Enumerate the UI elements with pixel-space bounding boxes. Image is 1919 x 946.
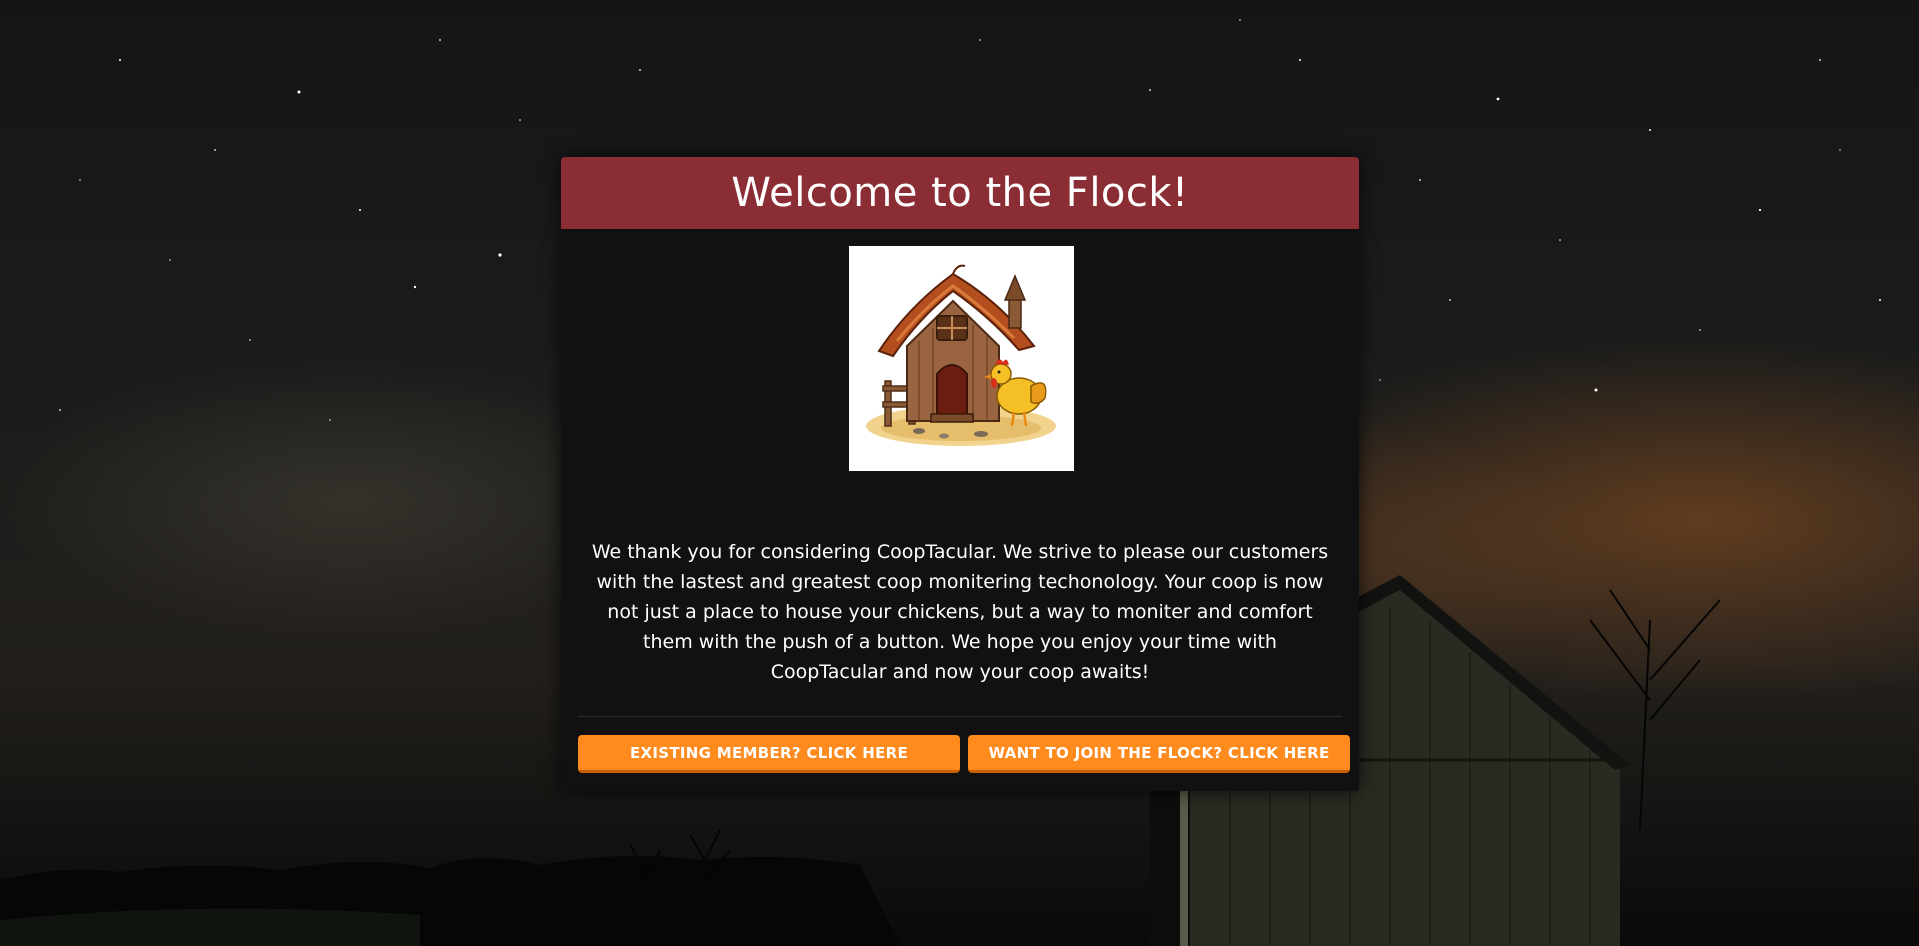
join-flock-button[interactable]: WANT TO JOIN THE FLOCK? CLICK HERE (968, 735, 1350, 773)
existing-member-button[interactable]: EXISTING MEMBER? CLICK HERE (578, 735, 960, 773)
modal-title: Welcome to the Flock! (731, 170, 1189, 216)
intro-text: We thank you for considering CoopTacular… (591, 541, 1329, 683)
modal-header: Welcome to the Flock! (561, 157, 1359, 229)
chicken-coop-logo (849, 246, 1074, 471)
divider (578, 716, 1342, 717)
coop-illustration (866, 264, 1056, 446)
welcome-modal: Welcome to the Flock! We thank you for c… (561, 157, 1359, 791)
